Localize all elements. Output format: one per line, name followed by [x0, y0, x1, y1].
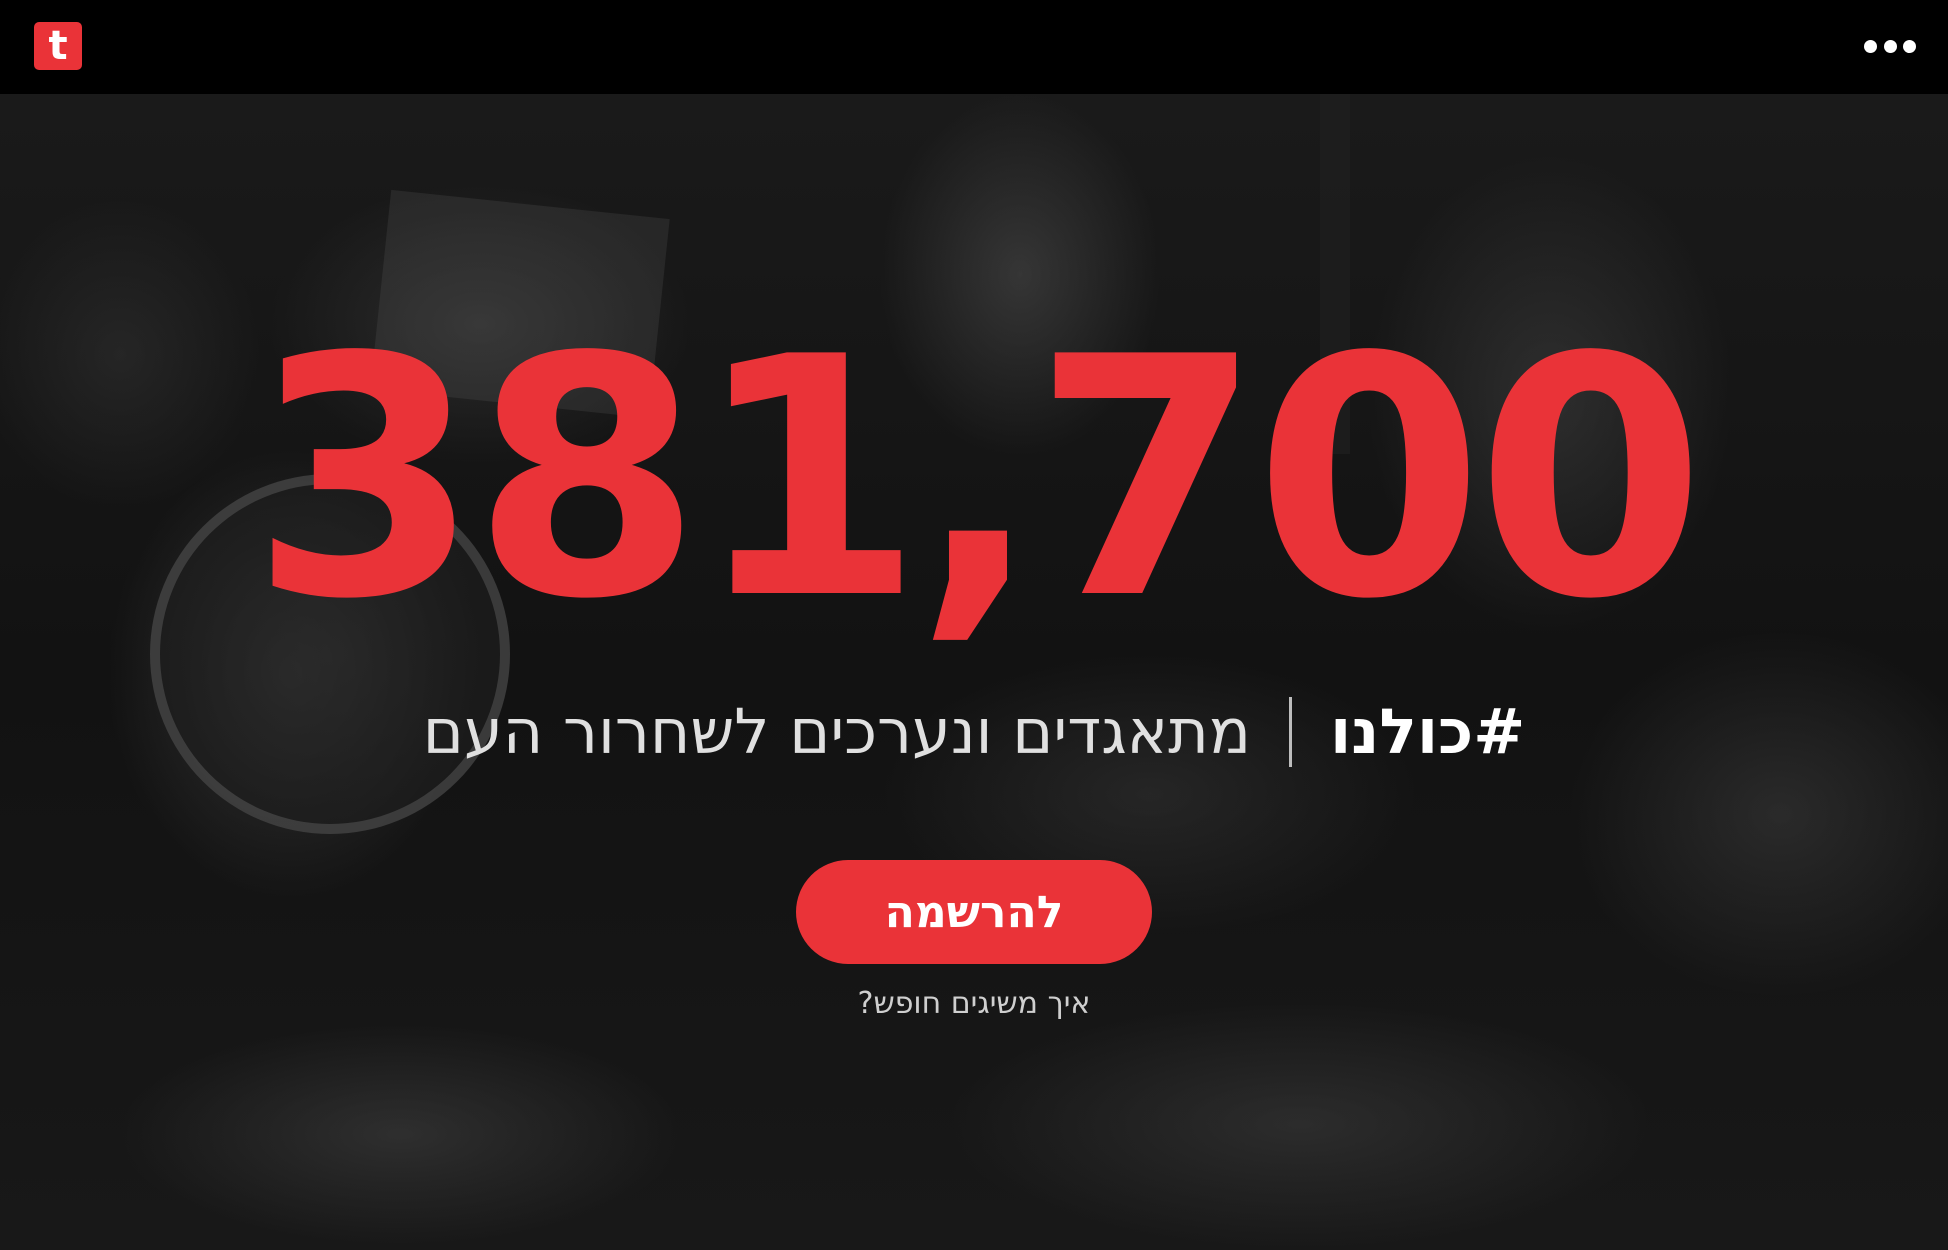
tagline-description: מתאגדים ונערכים לשחרור העם	[422, 695, 1251, 768]
hashtag: #כולנו	[1329, 695, 1526, 768]
signup-counter: 381,700	[250, 287, 1705, 671]
top-bar: t	[0, 0, 1948, 94]
menu-dot	[1883, 39, 1897, 53]
register-button[interactable]: להרשמה	[796, 860, 1152, 964]
how-to-link[interactable]: איך משיגים חופש?	[0, 984, 1948, 1024]
tagline-divider	[1288, 697, 1292, 767]
tagline: #כולנו מתאגדים ונערכים לשחרור העם	[0, 692, 1948, 772]
menu-dot	[1864, 39, 1877, 53]
hero-section: 381,700 #כולנו מתאגדים ונערכים לשחרור העם…	[0, 94, 1948, 1250]
more-menu-icon[interactable]	[1864, 34, 1916, 58]
menu-dot	[1903, 39, 1916, 53]
logo-icon[interactable]: t	[34, 22, 82, 70]
